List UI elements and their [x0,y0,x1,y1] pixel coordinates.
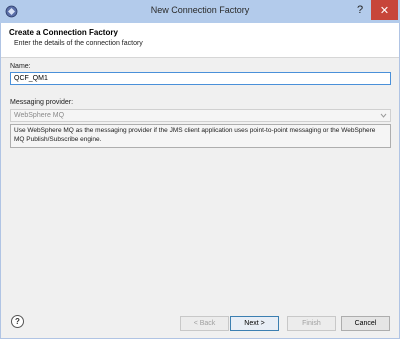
wizard-footer: ? < Back Next > Finish Cancel [1,312,399,338]
title-help-icon[interactable]: ? [349,0,371,20]
help-icon[interactable]: ? [11,315,24,328]
next-button[interactable]: Next > [230,316,279,331]
page-description: Enter the details of the connection fact… [14,40,143,47]
cancel-button[interactable]: Cancel [341,316,390,331]
dialog-window: New Connection Factory ? ✕ Create a Conn… [0,0,400,339]
window-title: New Connection Factory [150,5,250,15]
provider-select-value: WebSphere MQ [14,112,65,119]
close-icon[interactable]: ✕ [371,0,398,20]
name-label: Name: [10,63,31,70]
provider-select[interactable]: WebSphere MQ [10,109,391,122]
finish-button[interactable]: Finish [287,316,336,331]
provider-label: Messaging provider: [10,99,74,106]
back-button[interactable]: < Back [180,316,229,331]
page-title: Create a Connection Factory [9,28,118,37]
wizard-header: Create a Connection Factory Enter the de… [1,23,399,58]
provider-description: Use WebSphere MQ as the messaging provid… [10,124,391,148]
dialog-body: Create a Connection Factory Enter the de… [1,23,399,338]
name-input[interactable] [10,72,391,85]
chevron-down-icon [380,111,387,122]
title-bar[interactable]: New Connection Factory ? ✕ [0,0,400,23]
